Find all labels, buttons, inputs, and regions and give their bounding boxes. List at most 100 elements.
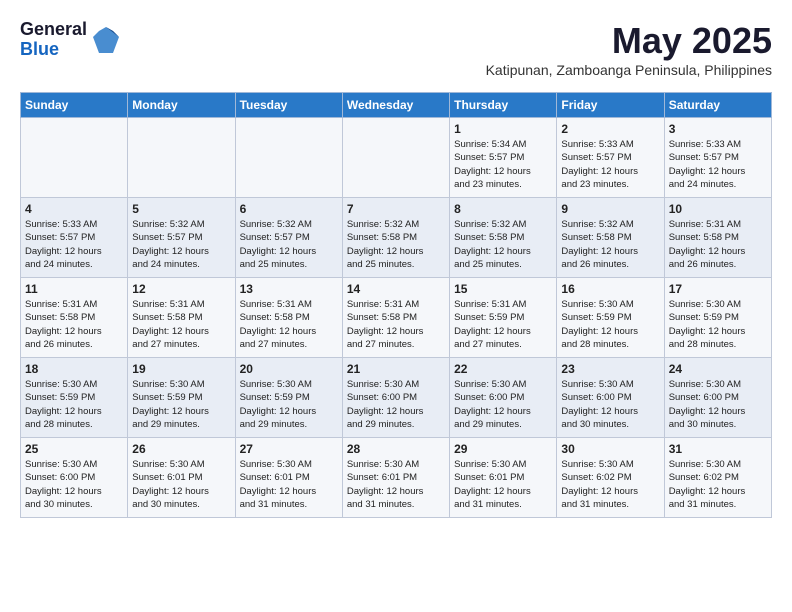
day-number: 11 xyxy=(25,282,123,296)
calendar-cell: 17 Sunrise: 5:30 AM Sunset: 5:59 PM Dayli… xyxy=(664,278,771,358)
calendar-cell: 11 Sunrise: 5:31 AM Sunset: 5:58 PM Dayli… xyxy=(21,278,128,358)
day-number: 24 xyxy=(669,362,767,376)
col-header-tuesday: Tuesday xyxy=(235,93,342,118)
day-number: 29 xyxy=(454,442,552,456)
calendar-cell: 30 Sunrise: 5:30 AM Sunset: 6:02 PM Dayli… xyxy=(557,438,664,518)
col-header-monday: Monday xyxy=(128,93,235,118)
day-number: 9 xyxy=(561,202,659,216)
day-info: Sunrise: 5:30 AM Sunset: 5:59 PM Dayligh… xyxy=(240,378,338,431)
day-number: 13 xyxy=(240,282,338,296)
calendar-cell: 16 Sunrise: 5:30 AM Sunset: 5:59 PM Dayli… xyxy=(557,278,664,358)
day-number: 2 xyxy=(561,122,659,136)
calendar-cell: 8 Sunrise: 5:32 AM Sunset: 5:58 PM Daylig… xyxy=(450,198,557,278)
day-info: Sunrise: 5:32 AM Sunset: 5:58 PM Dayligh… xyxy=(454,218,552,271)
calendar-cell: 20 Sunrise: 5:30 AM Sunset: 5:59 PM Dayli… xyxy=(235,358,342,438)
calendar-cell: 27 Sunrise: 5:30 AM Sunset: 6:01 PM Dayli… xyxy=(235,438,342,518)
day-info: Sunrise: 5:30 AM Sunset: 6:02 PM Dayligh… xyxy=(561,458,659,511)
title-block: May 2025 Katipunan, Zamboanga Peninsula,… xyxy=(486,20,772,88)
day-info: Sunrise: 5:30 AM Sunset: 6:01 PM Dayligh… xyxy=(240,458,338,511)
day-info: Sunrise: 5:31 AM Sunset: 5:58 PM Dayligh… xyxy=(347,298,445,351)
day-number: 7 xyxy=(347,202,445,216)
day-number: 3 xyxy=(669,122,767,136)
calendar-cell xyxy=(21,118,128,198)
week-row: 18 Sunrise: 5:30 AM Sunset: 5:59 PM Dayli… xyxy=(21,358,772,438)
day-number: 18 xyxy=(25,362,123,376)
day-number: 4 xyxy=(25,202,123,216)
day-number: 26 xyxy=(132,442,230,456)
calendar-cell: 3 Sunrise: 5:33 AM Sunset: 5:57 PM Daylig… xyxy=(664,118,771,198)
day-info: Sunrise: 5:31 AM Sunset: 5:58 PM Dayligh… xyxy=(132,298,230,351)
day-info: Sunrise: 5:31 AM Sunset: 5:58 PM Dayligh… xyxy=(669,218,767,271)
day-info: Sunrise: 5:32 AM Sunset: 5:57 PM Dayligh… xyxy=(132,218,230,271)
day-number: 20 xyxy=(240,362,338,376)
calendar-cell: 7 Sunrise: 5:32 AM Sunset: 5:58 PM Daylig… xyxy=(342,198,449,278)
location-subtitle: Katipunan, Zamboanga Peninsula, Philippi… xyxy=(486,62,772,78)
calendar-cell: 18Sunrise: 5:30 AM Sunset: 5:59 PM Dayli… xyxy=(21,358,128,438)
day-number: 21 xyxy=(347,362,445,376)
day-number: 30 xyxy=(561,442,659,456)
calendar-cell: 15Sunrise: 5:31 AM Sunset: 5:59 PM Dayli… xyxy=(450,278,557,358)
calendar-cell: 23 Sunrise: 5:30 AM Sunset: 6:00 PM Dayli… xyxy=(557,358,664,438)
calendar-cell: 29 Sunrise: 5:30 AM Sunset: 6:01 PM Dayli… xyxy=(450,438,557,518)
day-info: Sunrise: 5:32 AM Sunset: 5:58 PM Dayligh… xyxy=(347,218,445,271)
day-number: 12 xyxy=(132,282,230,296)
col-header-thursday: Thursday xyxy=(450,93,557,118)
day-number: 17 xyxy=(669,282,767,296)
day-info: Sunrise: 5:30 AM Sunset: 6:00 PM Dayligh… xyxy=(454,378,552,431)
day-info: Sunrise: 5:30 AM Sunset: 6:00 PM Dayligh… xyxy=(347,378,445,431)
calendar-cell: 1 Sunrise: 5:34 AM Sunset: 5:57 PM Daylig… xyxy=(450,118,557,198)
day-info: Sunrise: 5:31 AM Sunset: 5:58 PM Dayligh… xyxy=(25,298,123,351)
logo-blue: Blue xyxy=(20,40,87,60)
calendar-cell: 12 Sunrise: 5:31 AM Sunset: 5:58 PM Dayli… xyxy=(128,278,235,358)
logo-general: General xyxy=(20,20,87,40)
day-info: Sunrise: 5:32 AM Sunset: 5:57 PM Dayligh… xyxy=(240,218,338,271)
day-number: 23 xyxy=(561,362,659,376)
day-info: Sunrise: 5:30 AM Sunset: 5:59 PM Dayligh… xyxy=(669,298,767,351)
day-info: Sunrise: 5:30 AM Sunset: 6:01 PM Dayligh… xyxy=(347,458,445,511)
day-number: 22 xyxy=(454,362,552,376)
day-number: 27 xyxy=(240,442,338,456)
day-number: 10 xyxy=(669,202,767,216)
day-info: Sunrise: 5:34 AM Sunset: 5:57 PM Dayligh… xyxy=(454,138,552,191)
day-info: Sunrise: 5:32 AM Sunset: 5:58 PM Dayligh… xyxy=(561,218,659,271)
logo-text: General Blue xyxy=(20,20,87,60)
day-info: Sunrise: 5:30 AM Sunset: 6:01 PM Dayligh… xyxy=(454,458,552,511)
day-number: 8 xyxy=(454,202,552,216)
day-info: Sunrise: 5:33 AM Sunset: 5:57 PM Dayligh… xyxy=(669,138,767,191)
month-title: May 2025 xyxy=(486,20,772,62)
week-row: 1 Sunrise: 5:34 AM Sunset: 5:57 PM Daylig… xyxy=(21,118,772,198)
col-header-saturday: Saturday xyxy=(664,93,771,118)
calendar-cell: 2 Sunrise: 5:33 AM Sunset: 5:57 PM Daylig… xyxy=(557,118,664,198)
calendar-cell: 10 Sunrise: 5:31 AM Sunset: 5:58 PM Dayli… xyxy=(664,198,771,278)
calendar-cell xyxy=(128,118,235,198)
day-info: Sunrise: 5:30 AM Sunset: 6:00 PM Dayligh… xyxy=(25,458,123,511)
day-number: 16 xyxy=(561,282,659,296)
page-header: General Blue May 2025 Katipunan, Zamboan… xyxy=(20,20,772,88)
calendar-cell xyxy=(235,118,342,198)
calendar-cell: 24Sunrise: 5:30 AM Sunset: 6:00 PM Dayli… xyxy=(664,358,771,438)
header-row: SundayMondayTuesdayWednesdayThursdayFrid… xyxy=(21,93,772,118)
day-info: Sunrise: 5:30 AM Sunset: 6:00 PM Dayligh… xyxy=(561,378,659,431)
calendar-cell: 25Sunrise: 5:30 AM Sunset: 6:00 PM Dayli… xyxy=(21,438,128,518)
calendar-cell: 26Sunrise: 5:30 AM Sunset: 6:01 PM Dayli… xyxy=(128,438,235,518)
day-number: 14 xyxy=(347,282,445,296)
week-row: 4Sunrise: 5:33 AM Sunset: 5:57 PM Daylig… xyxy=(21,198,772,278)
calendar-table: SundayMondayTuesdayWednesdayThursdayFrid… xyxy=(20,92,772,518)
col-header-sunday: Sunday xyxy=(21,93,128,118)
calendar-cell xyxy=(342,118,449,198)
day-info: Sunrise: 5:31 AM Sunset: 5:59 PM Dayligh… xyxy=(454,298,552,351)
day-info: Sunrise: 5:30 AM Sunset: 5:59 PM Dayligh… xyxy=(561,298,659,351)
day-number: 31 xyxy=(669,442,767,456)
calendar-cell: 4Sunrise: 5:33 AM Sunset: 5:57 PM Daylig… xyxy=(21,198,128,278)
calendar-cell: 19Sunrise: 5:30 AM Sunset: 5:59 PM Dayli… xyxy=(128,358,235,438)
calendar-cell: 5 Sunrise: 5:32 AM Sunset: 5:57 PM Daylig… xyxy=(128,198,235,278)
day-info: Sunrise: 5:33 AM Sunset: 5:57 PM Dayligh… xyxy=(561,138,659,191)
day-info: Sunrise: 5:31 AM Sunset: 5:58 PM Dayligh… xyxy=(240,298,338,351)
col-header-friday: Friday xyxy=(557,93,664,118)
day-info: Sunrise: 5:30 AM Sunset: 6:02 PM Dayligh… xyxy=(669,458,767,511)
calendar-cell: 9 Sunrise: 5:32 AM Sunset: 5:58 PM Daylig… xyxy=(557,198,664,278)
calendar-cell: 6Sunrise: 5:32 AM Sunset: 5:57 PM Daylig… xyxy=(235,198,342,278)
day-number: 5 xyxy=(132,202,230,216)
day-number: 1 xyxy=(454,122,552,136)
logo-icon xyxy=(91,25,121,55)
